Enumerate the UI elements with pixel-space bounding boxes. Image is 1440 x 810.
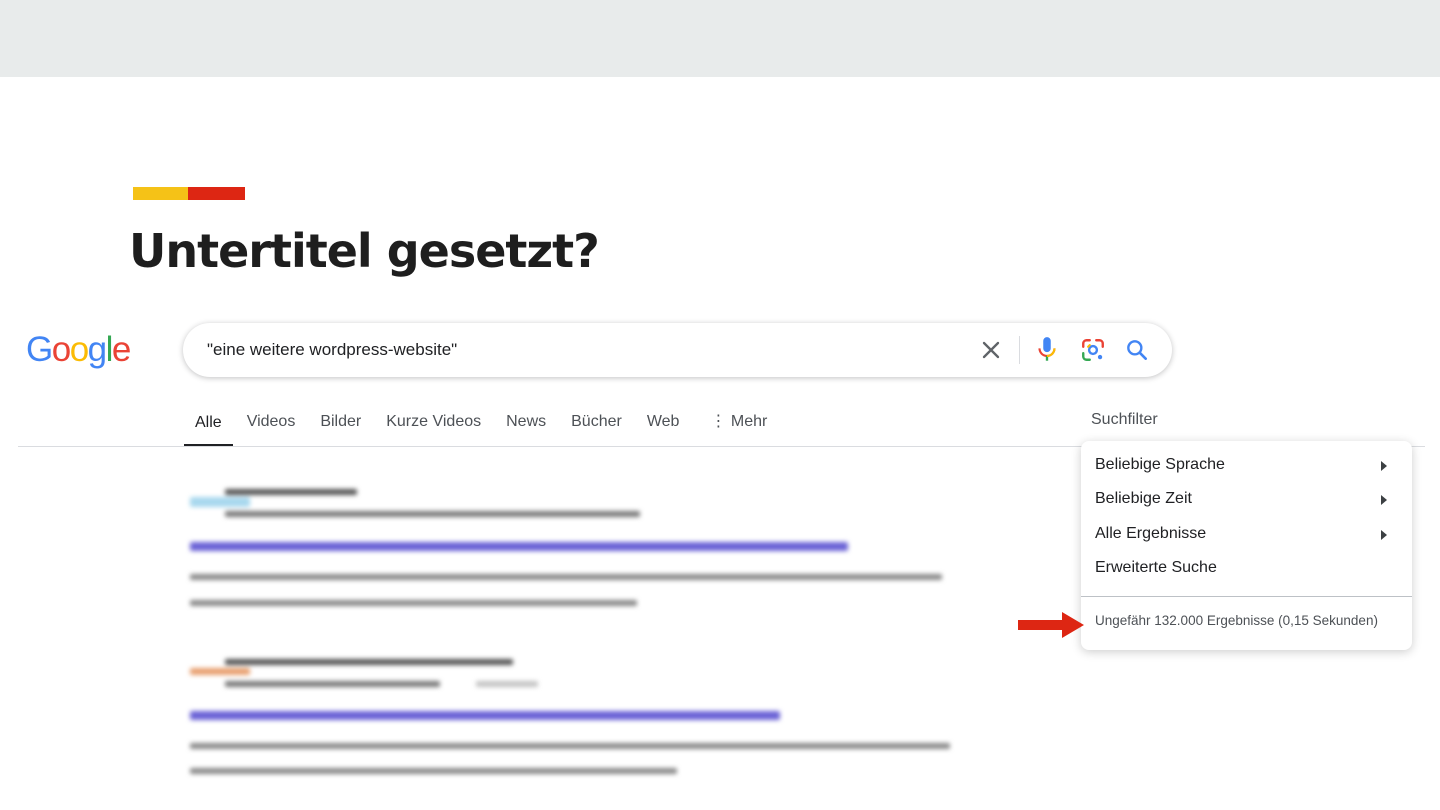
- caret-right-icon: [1381, 530, 1387, 540]
- filter-item-label: Beliebige Zeit: [1095, 490, 1192, 507]
- search-icon[interactable]: [1124, 337, 1150, 363]
- result-stats: Ungefähr 132.000 Ergebnisse (0,15 Sekund…: [1095, 613, 1378, 628]
- filter-item-label: Erweiterte Suche: [1095, 559, 1217, 576]
- result-line: [225, 511, 640, 517]
- google-lens-icon[interactable]: [1080, 337, 1106, 363]
- result-favicon: [190, 668, 250, 675]
- result-line: [225, 659, 513, 665]
- result-title-line: [190, 542, 848, 551]
- logo-letter-e: e: [111, 330, 131, 369]
- result-title-line: [190, 711, 780, 720]
- accent-bar-yellow: [133, 187, 188, 200]
- search-tabs: Alle Videos Bilder Kurze Videos News Büc…: [184, 411, 792, 447]
- accent-bar: [133, 187, 245, 200]
- tab-bilder[interactable]: Bilder: [320, 411, 361, 447]
- result-line: [476, 681, 538, 687]
- blurred-results: [0, 480, 1000, 800]
- google-logo[interactable]: Google: [26, 330, 131, 370]
- tab-web[interactable]: Web: [647, 411, 680, 447]
- result-line: [190, 743, 950, 749]
- tab-kurze-videos[interactable]: Kurze Videos: [386, 411, 481, 447]
- search-divider: [1019, 336, 1020, 364]
- search-input[interactable]: "eine weitere wordpress-website": [207, 340, 457, 360]
- result-line: [225, 681, 440, 687]
- accent-bar-red: [188, 187, 245, 200]
- caret-right-icon: [1381, 495, 1387, 505]
- filter-item-label: Alle Ergebnisse: [1095, 525, 1207, 542]
- filter-item-ergebnisse[interactable]: Alle Ergebnisse: [1095, 519, 1395, 549]
- filter-item-erweiterte-suche[interactable]: Erweiterte Suche: [1095, 553, 1395, 583]
- logo-letter-g2: g: [87, 330, 107, 369]
- tab-buecher[interactable]: Bücher: [571, 411, 622, 447]
- arrow-right-icon: [1018, 612, 1084, 638]
- slide-title: Untertitel gesetzt?: [129, 224, 600, 278]
- logo-letter-o1: o: [51, 330, 71, 369]
- tab-videos[interactable]: Videos: [247, 411, 296, 447]
- result-line: [190, 600, 637, 606]
- tab-mehr[interactable]: ⋮ Mehr: [710, 411, 767, 447]
- caret-right-icon: [1381, 461, 1387, 471]
- close-icon[interactable]: [977, 336, 1005, 364]
- filter-item-zeit[interactable]: Beliebige Zeit: [1095, 484, 1395, 514]
- filter-item-sprache[interactable]: Beliebige Sprache: [1095, 450, 1395, 480]
- result-line: [190, 768, 677, 774]
- logo-letter-g: G: [26, 330, 53, 369]
- tab-news[interactable]: News: [506, 411, 546, 447]
- menu-divider: [1081, 596, 1412, 597]
- result-line: [190, 574, 942, 580]
- search-filter-menu: Beliebige Sprache Beliebige Zeit Alle Er…: [1081, 441, 1412, 650]
- result-line: [225, 489, 357, 495]
- logo-letter-o2: o: [69, 330, 89, 369]
- tab-alle[interactable]: Alle: [184, 411, 233, 447]
- microphone-icon[interactable]: [1034, 335, 1060, 365]
- result-favicon: [190, 497, 250, 507]
- filter-item-label: Beliebige Sprache: [1095, 456, 1225, 473]
- search-filter-button[interactable]: Suchfilter: [1091, 411, 1158, 429]
- top-band: [0, 0, 1440, 77]
- search-box[interactable]: "eine weitere wordpress-website": [183, 323, 1172, 377]
